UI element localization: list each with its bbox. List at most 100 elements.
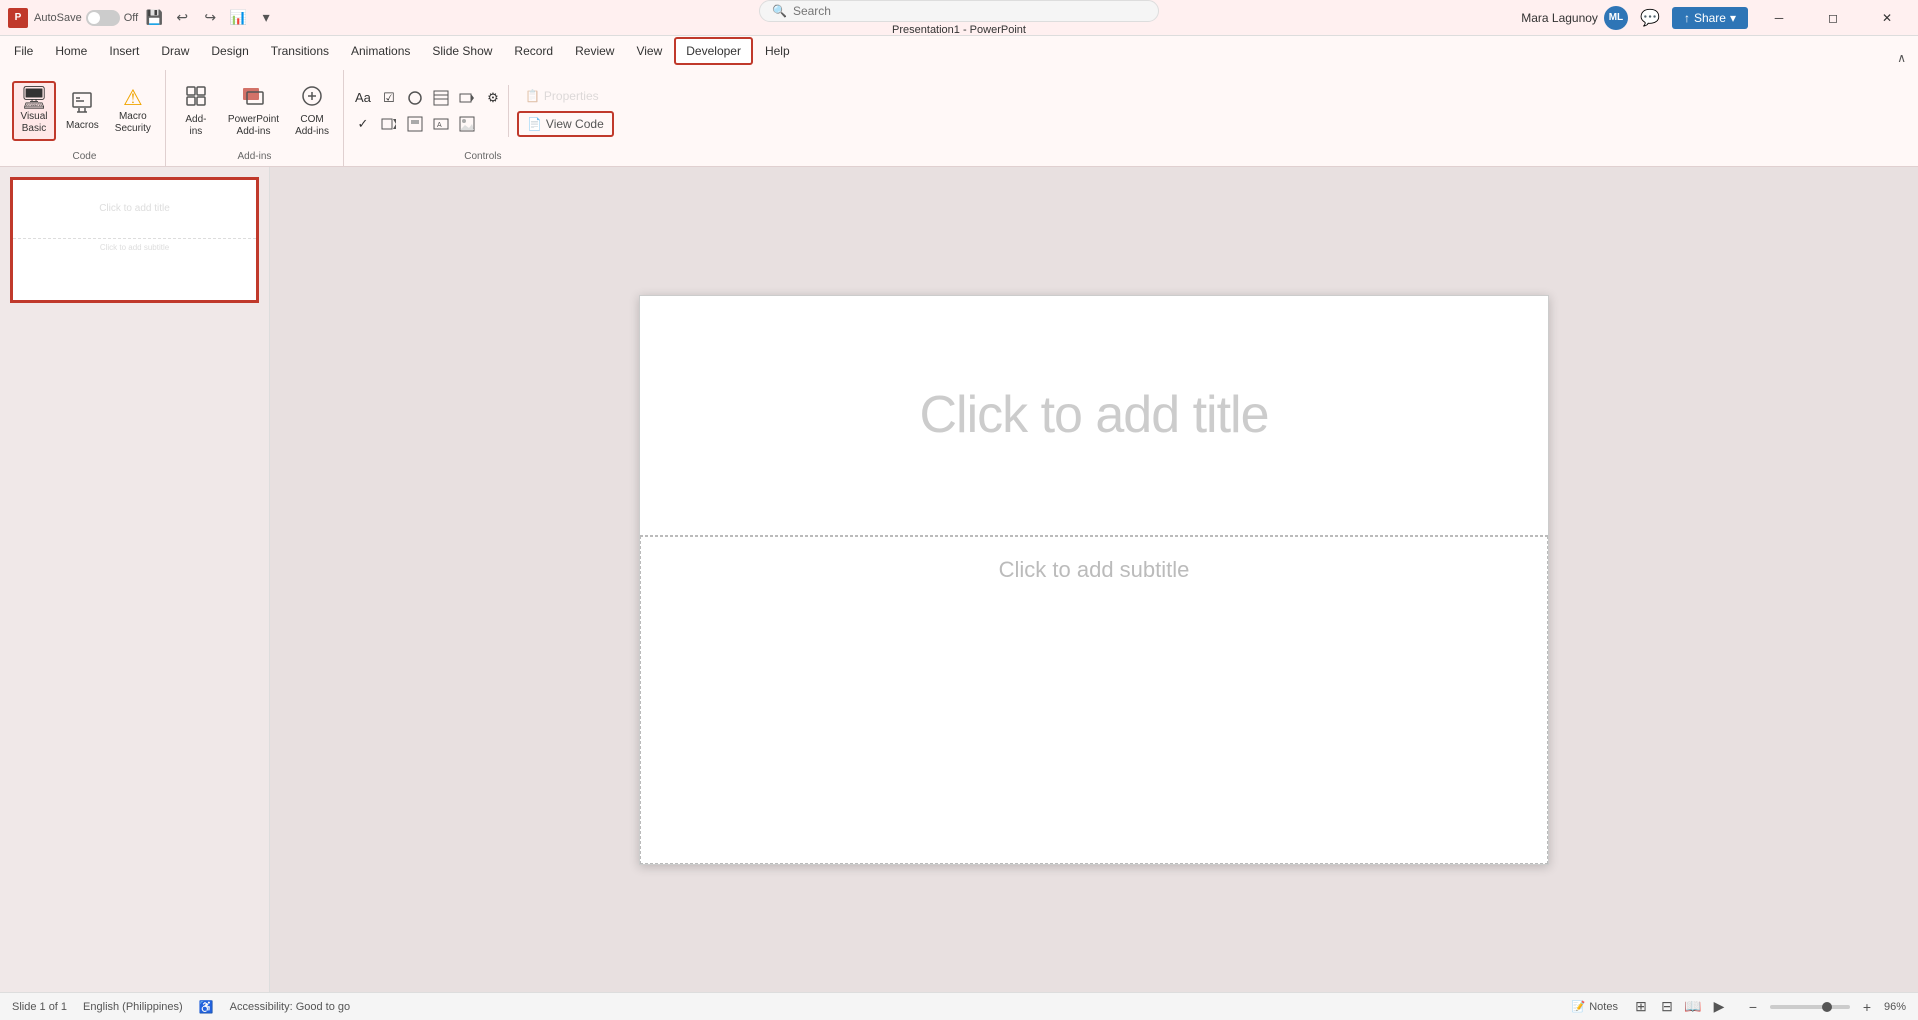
checkbox-icon[interactable]: ☑ [378, 87, 400, 109]
add-ins-button[interactable]: Add-ins [174, 80, 218, 142]
menu-draw[interactable]: Draw [151, 37, 199, 65]
controls-group-items: Aa ☑ ⚙ ✓ [352, 70, 614, 151]
menu-slideshow[interactable]: Slide Show [422, 37, 502, 65]
toolbar: 🖥 VisualBasic Macros [0, 66, 1918, 166]
reading-view-button[interactable]: 📖 [1682, 996, 1704, 1018]
toggle-knob [88, 12, 100, 24]
option-button-icon[interactable] [404, 87, 426, 109]
addins-group-label: Add-ins [237, 151, 271, 166]
search-box[interactable]: 🔍 [759, 0, 1159, 22]
spin-button-icon[interactable] [378, 113, 400, 135]
status-left: Slide 1 of 1 English (Philippines) ♿ Acc… [12, 1000, 350, 1014]
visual-basic-label: VisualBasic [20, 111, 47, 135]
combobox-icon[interactable] [456, 87, 478, 109]
macro-security-label: MacroSecurity [115, 111, 151, 135]
controls-icons-col: Aa ☑ ⚙ ✓ [352, 87, 504, 135]
user-avatar: ML [1604, 6, 1628, 30]
slide-thumbnail-1[interactable]: 1 Click to add title Click to add subtit… [10, 177, 259, 303]
share-icon: ↑ [1684, 11, 1690, 25]
user-info: Mara Lagunoy ML [1521, 6, 1628, 30]
user-name: Mara Lagunoy [1521, 11, 1598, 25]
macros-icon [70, 90, 94, 118]
more-controls-icon[interactable]: ⚙ [482, 87, 504, 109]
visual-basic-button[interactable]: 🖥 VisualBasic [12, 81, 56, 141]
properties-viewcode-col: 📋 Properties 📄 View Code [508, 85, 614, 137]
toolbar-group-addins: Add-ins PowerPointAdd-ins [166, 70, 344, 166]
app-icon: P [8, 8, 28, 28]
share-button[interactable]: ↑ Share ▾ [1672, 7, 1748, 29]
zoom-level: 96% [1884, 1001, 1906, 1013]
zoom-slider[interactable] [1770, 1005, 1850, 1009]
autosave-state: Off [124, 12, 138, 24]
slide-subtitle-area[interactable]: Click to add subtitle [640, 536, 1548, 864]
present-icon[interactable]: 📊 [228, 8, 248, 28]
notes-icon: 📝 [1572, 1000, 1586, 1013]
autosave-label: AutoSave [34, 12, 82, 24]
restore-button[interactable]: ◻ [1810, 0, 1856, 36]
menu-design[interactable]: Design [201, 37, 258, 65]
slide-title-area[interactable]: Click to add title [640, 296, 1548, 536]
toolbar-group-code: 🖥 VisualBasic Macros [4, 70, 166, 166]
undo-icon[interactable]: ↩ [172, 8, 192, 28]
slides-panel: 1 Click to add title Click to add subtit… [0, 167, 270, 992]
quick-access-toolbar: 💾 ↩ ↪ 📊 ▾ [144, 8, 276, 28]
com-add-ins-button[interactable]: COMAdd-ins [289, 80, 335, 142]
search-input[interactable] [793, 4, 1146, 18]
addins-group-items: Add-ins PowerPointAdd-ins [174, 70, 335, 151]
ribbon-collapse-button[interactable]: ∧ [1897, 51, 1906, 65]
macro-security-button[interactable]: ⚠ MacroSecurity [109, 83, 157, 139]
zoom-knob [1822, 1002, 1832, 1012]
powerpoint-add-ins-button[interactable]: PowerPointAdd-ins [222, 80, 285, 142]
toggle-button-icon[interactable]: ✓ [352, 113, 374, 135]
customize-icon[interactable]: ▾ [256, 8, 276, 28]
menu-help[interactable]: Help [755, 37, 800, 65]
minimize-button[interactable]: ─ [1756, 0, 1802, 36]
slideshow-button[interactable]: ▶ [1708, 996, 1730, 1018]
title-bar: P AutoSave Off 💾 ↩ ↪ 📊 ▾ 🔍 Presentation1… [0, 0, 1918, 36]
listbox-icon[interactable] [430, 87, 452, 109]
save-icon[interactable]: 💾 [144, 8, 164, 28]
menu-review[interactable]: Review [565, 37, 624, 65]
share-label: Share [1694, 11, 1726, 25]
status-right: 📝 Notes ⊞ ⊟ 📖 ▶ − + 96% [1572, 996, 1906, 1018]
menu-insert[interactable]: Insert [99, 37, 149, 65]
redo-icon[interactable]: ↪ [200, 8, 220, 28]
language-info: English (Philippines) [83, 1001, 183, 1013]
zoom-in-button[interactable]: + [1856, 996, 1878, 1018]
accessibility-icon: ♿ [199, 1000, 214, 1014]
com-add-ins-icon [300, 84, 324, 112]
notes-label: Notes [1589, 1001, 1618, 1013]
scrollbar-icon[interactable] [404, 113, 426, 135]
menu-record[interactable]: Record [504, 37, 563, 65]
macros-button[interactable]: Macros [60, 86, 105, 136]
menu-transitions[interactable]: Transitions [261, 37, 339, 65]
menu-view[interactable]: View [626, 37, 672, 65]
view-code-label: View Code [546, 117, 604, 131]
view-code-button[interactable]: 📄 View Code [517, 111, 614, 137]
menu-file[interactable]: File [4, 37, 43, 65]
view-code-icon: 📄 [527, 117, 542, 131]
zoom-out-button[interactable]: − [1742, 996, 1764, 1018]
editing-area: Click to add title Click to add subtitle [270, 167, 1918, 992]
slide-sorter-button[interactable]: ⊟ [1656, 996, 1678, 1018]
controls-top-row: Aa ☑ ⚙ [352, 87, 504, 109]
menu-developer[interactable]: Developer [674, 37, 753, 65]
label-icon[interactable]: A [430, 113, 452, 135]
ppt-add-ins-icon [241, 84, 265, 112]
menu-animations[interactable]: Animations [341, 37, 420, 65]
toolbar-group-controls: Aa ☑ ⚙ ✓ [344, 70, 622, 166]
close-button[interactable]: ✕ [1864, 0, 1910, 36]
properties-icon: 📋 [525, 89, 540, 103]
autosave-toggle[interactable] [86, 10, 120, 26]
text-box-icon[interactable]: Aa [352, 87, 374, 109]
menu-home[interactable]: Home [45, 37, 97, 65]
image-icon[interactable] [456, 113, 478, 135]
slide-canvas: Click to add title Click to add subtitle [639, 295, 1549, 865]
comment-button[interactable]: 💬 [1636, 4, 1664, 32]
notes-button[interactable]: 📝 Notes [1572, 1000, 1618, 1013]
main-content: 1 Click to add title Click to add subtit… [0, 167, 1918, 992]
status-bar: Slide 1 of 1 English (Philippines) ♿ Acc… [0, 992, 1918, 1020]
properties-button[interactable]: 📋 Properties [517, 85, 614, 107]
slide-info: Slide 1 of 1 [12, 1001, 67, 1013]
normal-view-button[interactable]: ⊞ [1630, 996, 1652, 1018]
